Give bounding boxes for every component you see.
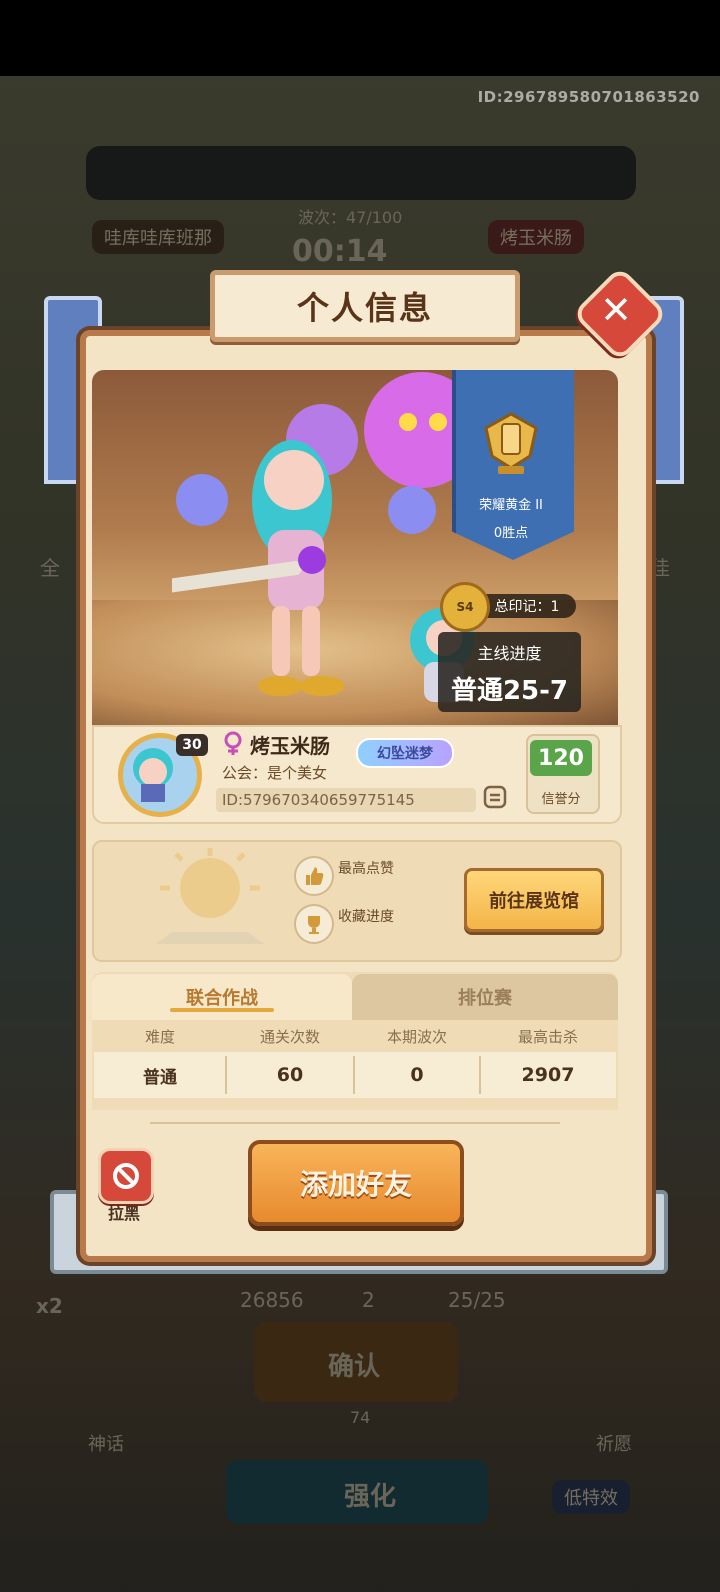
table-header-difficulty: 难度 [144, 1028, 175, 1046]
section-divider [150, 1122, 560, 1124]
table-header-wave: 本期波次 [386, 1028, 447, 1046]
table-cell-wave: 0 [354, 1052, 480, 1098]
player-id: ID:579670340659775145 [216, 788, 476, 812]
bg-timer: 00:14 [292, 234, 388, 269]
table-cell-clears: 60 [226, 1052, 354, 1098]
bg-stat-b: 2 [362, 1288, 375, 1312]
progress-value: 普通25-7 [450, 676, 569, 706]
level-badge: 30 [176, 734, 208, 756]
bg-confirm-label: 确认 [328, 1352, 381, 1382]
rank-points: 0胜点 [493, 526, 529, 541]
table-header-clears: 通关次数 [259, 1028, 320, 1046]
add-friend-button[interactable]: 添加好友 [248, 1140, 464, 1226]
bg-enhance-label: 强化 [344, 1482, 397, 1512]
bg-low-fx: 低特效 [552, 1480, 630, 1514]
bg-pray-label: 祈愿 [596, 1434, 632, 1455]
rank-trophy-icon [484, 412, 538, 474]
season-badge-icon[interactable]: S4 [440, 582, 490, 632]
block-label: 拉黑 [107, 1204, 140, 1223]
likes-label: 最高点赞 [338, 861, 394, 877]
bg-team-bar [86, 146, 636, 200]
bg-right-label: 佳 [650, 556, 670, 580]
bg-player2-name: 烤玉米肠 [488, 220, 584, 254]
bg-myth-label: 神话 [88, 1434, 124, 1455]
table-cell-difficulty: 普通 [94, 1052, 226, 1098]
credit-label: 信誉分 [541, 792, 581, 807]
bg-player1-name: 哇库哇库班那 [92, 220, 224, 254]
bg-confirm-button [254, 1322, 458, 1402]
player-name: 烤玉米肠 [250, 734, 330, 758]
bg-confirm-count: 74 [350, 1408, 371, 1427]
table-divider [479, 1056, 481, 1094]
gallery-sun-emblem-icon [156, 848, 264, 944]
title-badge[interactable]: 幻坠迷梦 [356, 738, 454, 768]
bg-wave: 波次：47/100 [298, 208, 403, 227]
bg-speed: x2 [36, 1294, 63, 1318]
table-divider [225, 1056, 227, 1094]
thumbs-up-icon [294, 856, 334, 896]
bg-left-label: 全 [40, 556, 60, 580]
block-button[interactable] [98, 1148, 154, 1204]
tab-ranked[interactable]: 排位赛 [352, 974, 618, 1020]
bg-stat-a: 26856 [240, 1288, 304, 1312]
progress-label: 主线进度 [477, 644, 542, 663]
go-to-gallery-button[interactable]: 前往展览馆 [464, 868, 604, 932]
top-id-label: ID:296789580701863520 [477, 88, 700, 106]
bg-stat-c: 25/25 [448, 1288, 506, 1312]
table-divider [353, 1056, 355, 1094]
close-icon[interactable]: ✕ [586, 280, 646, 340]
copy-icon[interactable] [482, 784, 508, 810]
female-gender-icon [224, 731, 242, 755]
dialog-title: 个人信息 [296, 289, 433, 327]
guild-name: 公会：是个美女 [222, 764, 328, 782]
bg-enhance-button [226, 1460, 488, 1524]
block-icon [113, 1163, 139, 1189]
credit-value: 120 [530, 740, 592, 776]
tab-active-indicator [170, 1008, 274, 1012]
table-header-kills: 最高击杀 [517, 1028, 578, 1046]
status-bar [0, 0, 720, 76]
trophy-icon [294, 904, 334, 944]
collection-label: 收藏进度 [338, 909, 394, 925]
table-cell-kills: 2907 [480, 1052, 616, 1098]
tab-coop-battle[interactable]: 联合作战 [92, 974, 352, 1020]
rank-name: 荣耀黄金 II [479, 498, 543, 513]
dialog-title-plate: 个人信息 [210, 270, 520, 342]
